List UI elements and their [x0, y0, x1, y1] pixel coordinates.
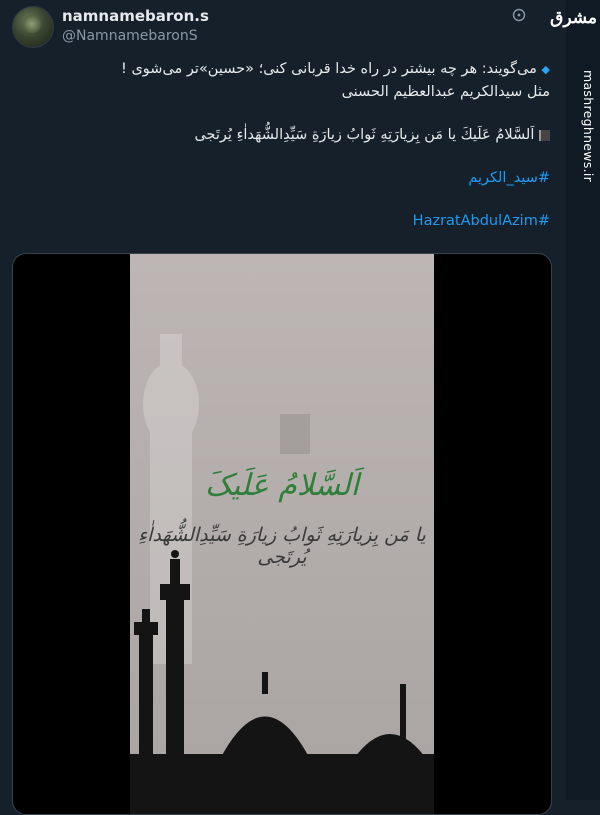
- user-handle[interactable]: @NamnamebaronS: [62, 28, 198, 44]
- tweet-line-2: مثل سیدالکریم عبدالعظیم الحسنی: [341, 84, 550, 100]
- tweet-card: namnamebaron.s @NamnamebaronS ◆ می‌گویند…: [0, 0, 566, 815]
- video-title-text: اَلسَّلامُ عَلَیکَ: [205, 468, 359, 503]
- display-name[interactable]: namnamebaron.s: [62, 7, 209, 25]
- hashtag-link[interactable]: #سید_الکریم: [468, 170, 550, 186]
- more-icon[interactable]: [512, 8, 526, 22]
- video-subtitle-text: یا مَن بِزیارَتِهِ ثَوابُ زیارَةِ سَیِّد…: [138, 524, 426, 568]
- tweet-text: ◆ می‌گویند: هر چه بیشتر در راه خدا قربان…: [50, 58, 550, 233]
- tweet-line-3-text: اَلسَّلامُ عَلَیكَ یا مَن بِزیارَتِهِ ثَ…: [194, 127, 535, 143]
- black-flag-icon: [539, 129, 550, 141]
- brand-site-url: mashreghnews.ir: [581, 70, 596, 183]
- small-blue-diamond-icon: ◆: [541, 63, 550, 76]
- watermark-strip: مشرق mashreghnews.ir: [550, 0, 600, 800]
- tweet-line-1: ◆ می‌گویند: هر چه بیشتر در راه خدا قربان…: [50, 58, 550, 81]
- tweet-line-3: اَلسَّلامُ عَلَیكَ یا مَن بِزیارَتِهِ ثَ…: [50, 124, 550, 147]
- brand-logo: مشرق: [550, 8, 597, 28]
- avatar[interactable]: [12, 6, 54, 48]
- media-video[interactable]: اَلسَّلامُ عَلَیکَ یا مَن بِزیارَتِهِ ثَ…: [12, 253, 552, 815]
- hashtag-link[interactable]: #HazratAbdulAzim: [413, 213, 550, 229]
- tweet-line-1-text: می‌گویند: هر چه بیشتر در راه خدا قربانی …: [121, 61, 537, 77]
